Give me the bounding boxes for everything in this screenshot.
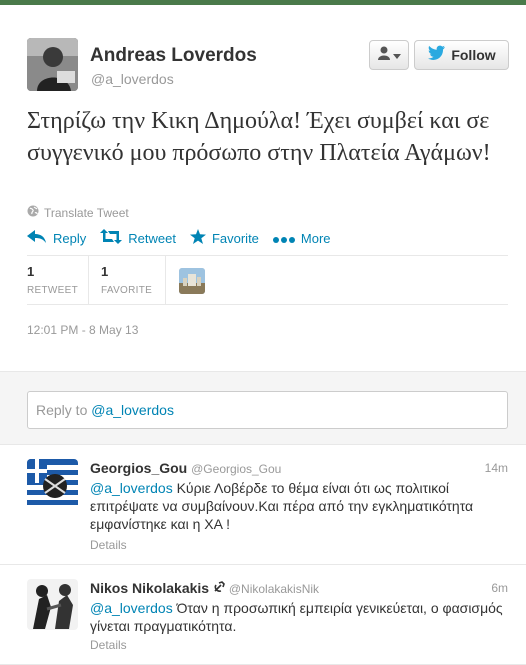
twitter-bird-icon: [427, 45, 446, 65]
tweet-stats: 1 RETWEET 1 FAVORITE: [27, 255, 508, 305]
follow-label: Follow: [451, 47, 496, 63]
reply-details-link[interactable]: Details: [90, 638, 127, 652]
reply-author-name: Nikos Nikolakakis: [90, 580, 210, 596]
tweet-card: Andreas Loverdos @a_loverdos Follow Στηρ…: [0, 5, 526, 370]
reply-placeholder-prefix: Reply to: [36, 402, 92, 418]
reply-text: @a_loverdos Κύριε Λοβέρδε το θέμα είναι …: [90, 479, 508, 533]
reply-tweet[interactable]: Nikos Nikolakakis @NikolakakisNik 6m @a_…: [0, 566, 526, 665]
retweet-button[interactable]: Retweet: [100, 229, 176, 247]
more-dots-icon: [272, 231, 295, 246]
reply-author[interactable]: Nikos Nikolakakis @NikolakakisNik: [90, 580, 319, 596]
retweet-label: Retweet: [128, 230, 176, 246]
translate-tweet-link[interactable]: Translate Tweet: [27, 205, 129, 220]
reply-icon: [27, 229, 47, 247]
author-avatar[interactable]: [27, 38, 78, 91]
user-icon: [377, 46, 390, 65]
reply-label: Reply: [53, 230, 87, 246]
tweet-timestamp[interactable]: 12:01 PM - 8 May 13: [27, 323, 138, 337]
favorite-button[interactable]: Favorite: [189, 229, 259, 247]
reply-button[interactable]: Reply: [27, 229, 87, 247]
globe-icon: [27, 205, 39, 220]
retweets-count: 1: [27, 264, 35, 279]
star-icon: [189, 229, 206, 247]
retweet-icon: [100, 229, 123, 247]
reply-author-handle: @NikolakakisNik: [228, 582, 320, 596]
chevron-down-icon: [392, 46, 401, 64]
favorites-stat[interactable]: 1 FAVORITE: [101, 264, 152, 296]
reply-text: @a_loverdos Όταν η προσωπική εμπειρία γε…: [90, 599, 508, 635]
favoriter-avatar[interactable]: [179, 268, 205, 294]
favorites-count: 1: [101, 264, 109, 279]
reply-avatar[interactable]: [27, 579, 78, 630]
stat-divider: [165, 256, 166, 304]
reply-time[interactable]: 6m: [491, 581, 508, 595]
reply-author-handle: @Georgios_Gou: [191, 462, 282, 476]
reply-mention[interactable]: @a_loverdos: [90, 600, 173, 616]
reply-input[interactable]: Reply to @a_loverdos: [27, 391, 508, 429]
more-button[interactable]: More: [272, 230, 331, 246]
reply-placeholder-mention: @a_loverdos: [91, 402, 174, 418]
reply-author-name: Georgios_Gou: [90, 460, 188, 476]
follow-button[interactable]: Follow: [414, 40, 509, 70]
tweet-actions: Reply Retweet Favorite More: [27, 229, 345, 247]
reply-mention[interactable]: @a_loverdos: [90, 480, 173, 496]
author-handle[interactable]: @a_loverdos: [91, 71, 174, 87]
stat-divider: [88, 256, 89, 304]
author-name[interactable]: Andreas Loverdos: [90, 45, 257, 67]
favorites-label: FAVORITE: [101, 285, 153, 296]
retweets-label: RETWEET: [27, 285, 78, 296]
retweets-stat[interactable]: 1 RETWEET: [27, 264, 78, 296]
reply-author[interactable]: Georgios_Gou @Georgios_Gou: [90, 460, 281, 476]
hammer-sickle-icon: [213, 580, 229, 596]
reply-time[interactable]: 14m: [485, 461, 508, 475]
favorite-label: Favorite: [211, 230, 259, 246]
reply-avatar[interactable]: [27, 459, 78, 510]
reply-composer: Reply to @a_loverdos: [0, 371, 526, 445]
tweet-text: Στηρίζω την Κικη Δημούλα! Έχει συμβεί κα…: [27, 108, 491, 166]
user-actions-button[interactable]: [369, 40, 409, 70]
more-label: More: [300, 230, 331, 246]
reply-details-link[interactable]: Details: [90, 538, 127, 552]
translate-label: Translate Tweet: [44, 205, 129, 220]
reply-tweet[interactable]: Georgios_Gou @Georgios_Gou 14m @a_loverd…: [0, 446, 526, 565]
